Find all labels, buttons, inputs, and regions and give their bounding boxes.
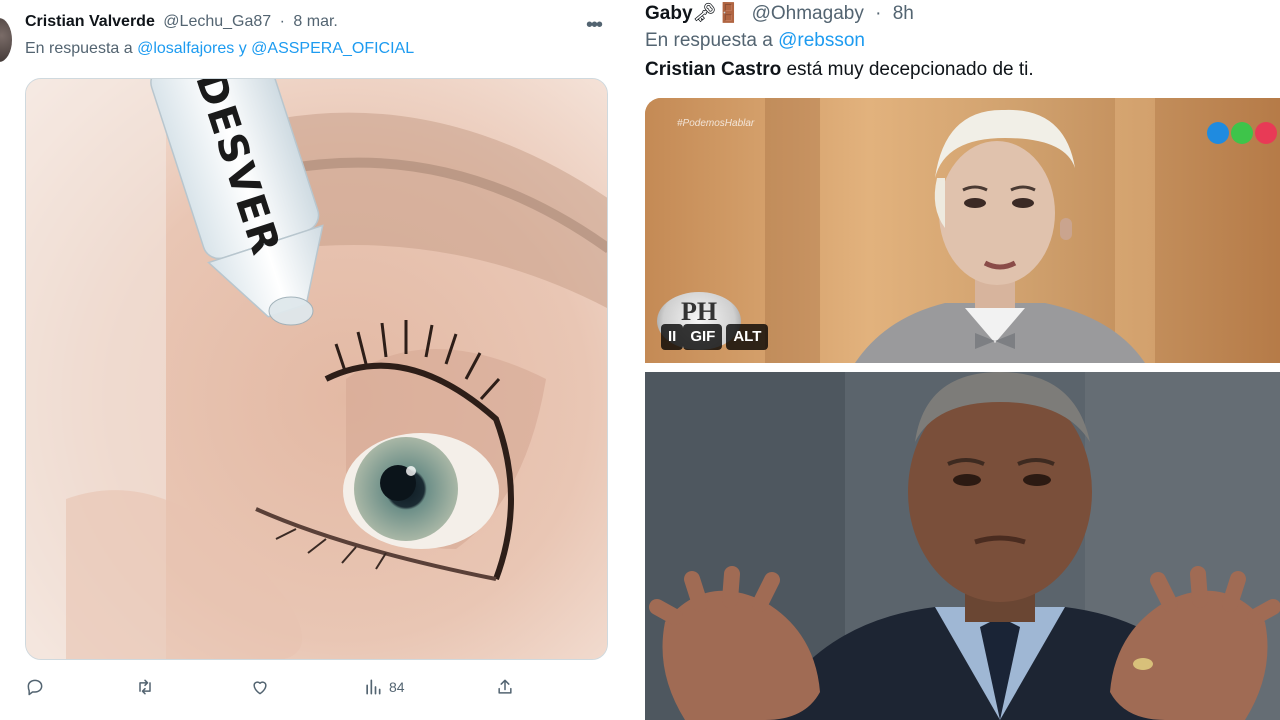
pause-button[interactable]: II — [661, 324, 684, 350]
tweet-image[interactable]: DESVER — [25, 78, 608, 660]
reply-icon — [27, 679, 43, 696]
reply-mention[interactable]: @rebsson — [778, 30, 865, 51]
reply-prefix: En respuesta a — [25, 40, 133, 57]
author-handle[interactable]: @Lechu_Ga87 — [163, 13, 271, 30]
tweet-text-bold: Cristian Castro — [645, 59, 782, 80]
reply-mention-2[interactable]: @ASSPERA_OFICIAL — [251, 40, 414, 57]
retweet-icon — [139, 679, 151, 695]
views-count: 84 — [389, 679, 405, 695]
tweet-text-rest: está muy decepcionado de ti. — [781, 59, 1034, 80]
reply-prefix: En respuesta a — [645, 30, 773, 51]
gif-badge[interactable]: GIF — [683, 324, 723, 350]
author-handle[interactable]: @Ohmagaby — [752, 3, 864, 24]
logo-dot-red — [1255, 122, 1277, 144]
views-icon — [366, 679, 381, 695]
reply-mention-1[interactable]: @losalfajores — [137, 40, 234, 57]
logo-dot-blue — [1207, 122, 1229, 144]
share-icon — [498, 679, 512, 694]
author-name[interactable]: Gaby — [645, 3, 693, 24]
more-options-icon[interactable]: ••• — [586, 14, 603, 37]
tweet-date[interactable]: 8 mar. — [293, 13, 337, 30]
like-button[interactable] — [250, 672, 270, 702]
gif-overlay-hashtag: #PodemosHablar — [677, 118, 755, 129]
tweet-right: Gaby🗝🚪 @Ohmagaby · 8h En respuesta a @re… — [635, 0, 1280, 720]
tweet-left: Cristian Valverde @Lechu_Ga87 · 8 mar. •… — [0, 0, 625, 720]
tweet-header: Gaby🗝🚪 @Ohmagaby · 8h — [645, 1, 914, 25]
reply-context: En respuesta a @losalfajores y @ASSPERA_… — [25, 40, 414, 58]
shrug-photo — [645, 372, 1280, 720]
heart-icon — [253, 681, 267, 695]
reply-context: En respuesta a @rebsson — [645, 30, 865, 52]
avatar[interactable] — [0, 18, 12, 62]
reply-joiner[interactable]: y — [239, 40, 247, 57]
retweet-button[interactable] — [135, 672, 155, 702]
alt-badge[interactable]: ALT — [726, 324, 769, 350]
tweet-actions: 84 — [25, 672, 585, 702]
tweet-gif[interactable]: #PodemosHablar PH II GIF ALT — [645, 98, 1280, 363]
channel-logo — [1207, 122, 1277, 144]
gif-controls: II GIF ALT — [661, 324, 769, 350]
share-button[interactable] — [495, 672, 515, 702]
separator: · — [875, 3, 882, 24]
tweet-header: Cristian Valverde @Lechu_Ga87 · 8 mar. — [25, 13, 338, 31]
logo-dot-green — [1231, 122, 1253, 144]
author-name[interactable]: Cristian Valverde — [25, 13, 155, 30]
views-button[interactable]: 84 — [363, 672, 405, 702]
tweet-image-2[interactable] — [645, 372, 1280, 720]
divider — [625, 0, 635, 720]
separator: · — [279, 13, 285, 30]
name-emoji: 🗝🚪 — [692, 3, 741, 24]
tweet-time[interactable]: 8h — [893, 3, 914, 24]
eyedrop-photo: DESVER — [26, 79, 607, 659]
tweet-text: Cristian Castro está muy decepcionado de… — [645, 59, 1034, 81]
reply-button[interactable] — [25, 672, 45, 702]
